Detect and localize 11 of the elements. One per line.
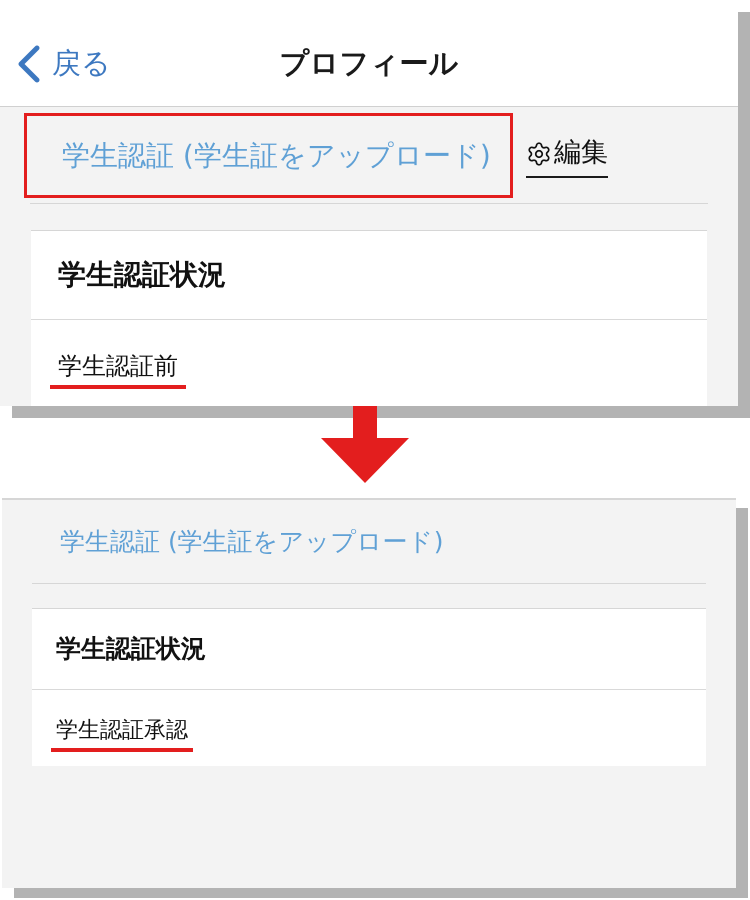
settings-icon [526,140,552,166]
edit-link[interactable]: 編集 [526,133,608,178]
chevron-left-icon [17,45,40,83]
status-text: 学生認証承認 [51,704,193,752]
card-heading: 学生認証状況 [56,633,206,666]
section-title: 学生認証 (学生証をアップロード) [24,113,513,198]
status-text: 学生認証前 [50,338,186,388]
back-button[interactable]: 戻る [0,42,111,86]
card-heading: 学生認証状況 [58,257,226,293]
nav-title: プロフィール [280,45,458,82]
section-title: 学生認証 (学生証をアップロード) [59,526,444,558]
